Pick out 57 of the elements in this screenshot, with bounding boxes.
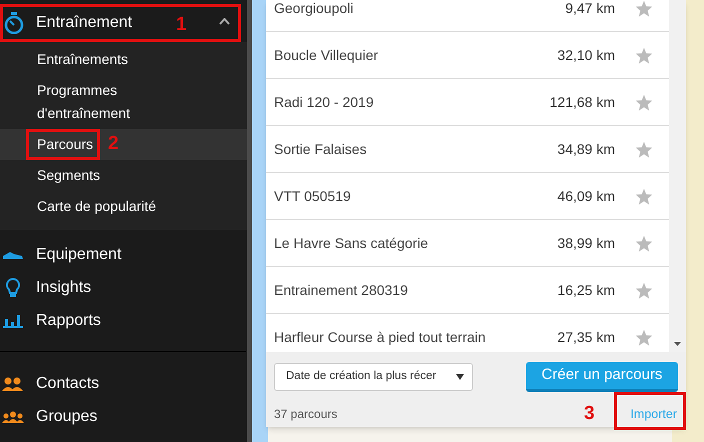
submenu-item[interactable]: Parcours 2	[0, 129, 247, 160]
star-icon[interactable]	[635, 140, 653, 158]
submenu-item[interactable]: Carte de popularité	[0, 191, 247, 222]
annotation-frame	[614, 392, 686, 430]
route-name: Boucle Villequier	[274, 46, 380, 65]
route-row[interactable]: Boucle Villequier 32,10 km	[266, 32, 669, 79]
star-icon[interactable]	[635, 0, 653, 16]
sidebar-item[interactable]: Insights	[0, 271, 247, 304]
route-distance: 27,35 km	[557, 328, 615, 346]
caret-up-icon[interactable]	[219, 18, 230, 25]
sidebar-item[interactable]: Equipement	[0, 238, 247, 271]
route-row[interactable]: VTT 050519 46,09 km	[266, 173, 669, 220]
submenu-item[interactable]: Programmes d'entraînement	[0, 75, 247, 129]
sidebar-item[interactable]: Rapports	[0, 304, 247, 337]
route-name: Sortie Falaises	[274, 140, 368, 158]
sidebar-item[interactable]: Groupes	[0, 400, 247, 433]
route-distance: 9,47 km	[565, 0, 615, 18]
route-name: Radi 120 - 2019	[274, 92, 375, 112]
route-name: Le Havre Sans catégorie	[274, 234, 430, 253]
route-row[interactable]: Le Havre Sans catégorie 38,99 km	[266, 220, 669, 267]
dropdown-caret-icon	[456, 374, 464, 380]
star-icon[interactable]	[635, 234, 653, 252]
stopwatch-icon	[4, 12, 24, 34]
route-distance: 34,89 km	[557, 140, 615, 158]
route-row[interactable]: Radi 120 - 2019 121,68 km	[266, 79, 669, 126]
annotation-number: 1	[176, 15, 187, 34]
star-icon[interactable]	[635, 46, 653, 64]
people-icon	[2, 376, 24, 390]
submenu-item[interactable]: Entraînements	[0, 44, 247, 75]
star-icon[interactable]	[635, 282, 653, 298]
scroll-down-icon[interactable]	[674, 342, 681, 346]
sidebar-item[interactable]: Entraînement	[0, 5, 165, 41]
sort-select[interactable]: Date de création la plus récer	[274, 363, 473, 391]
route-row[interactable]: Georgioupoli 9,47 km	[266, 0, 669, 32]
star-icon[interactable]	[635, 94, 653, 110]
route-count: 37 parcours	[274, 406, 338, 423]
sidebar-item[interactable]: Contacts	[0, 367, 247, 400]
route-distance: 121,68 km	[550, 92, 615, 112]
star-icon[interactable]	[635, 188, 653, 204]
route-row[interactable]: Sortie Falaises 34,89 km	[266, 126, 669, 173]
route-distance: 32,10 km	[557, 46, 615, 64]
route-distance: 38,99 km	[557, 234, 615, 252]
bar-chart-icon	[3, 313, 23, 328]
route-name: Georgioupoli	[274, 0, 354, 18]
route-name: VTT 050519	[274, 186, 352, 206]
route-distance: 46,09 km	[557, 186, 615, 206]
submenu-item[interactable]: Segments	[0, 160, 247, 191]
annotation-number: 3	[584, 404, 595, 423]
route-name: Entrainement 280319	[274, 280, 409, 300]
group-icon	[2, 410, 24, 422]
annotation-number: 2	[108, 134, 119, 153]
route-distance: 16,25 km	[557, 280, 615, 300]
lightbulb-icon	[6, 278, 20, 298]
route-name: Harfleur Course à pied tout terrain	[274, 328, 487, 347]
star-icon[interactable]	[635, 328, 653, 346]
shoe-icon	[2, 250, 24, 260]
route-row[interactable]: Entrainement 280319 16,25 km	[266, 267, 669, 314]
